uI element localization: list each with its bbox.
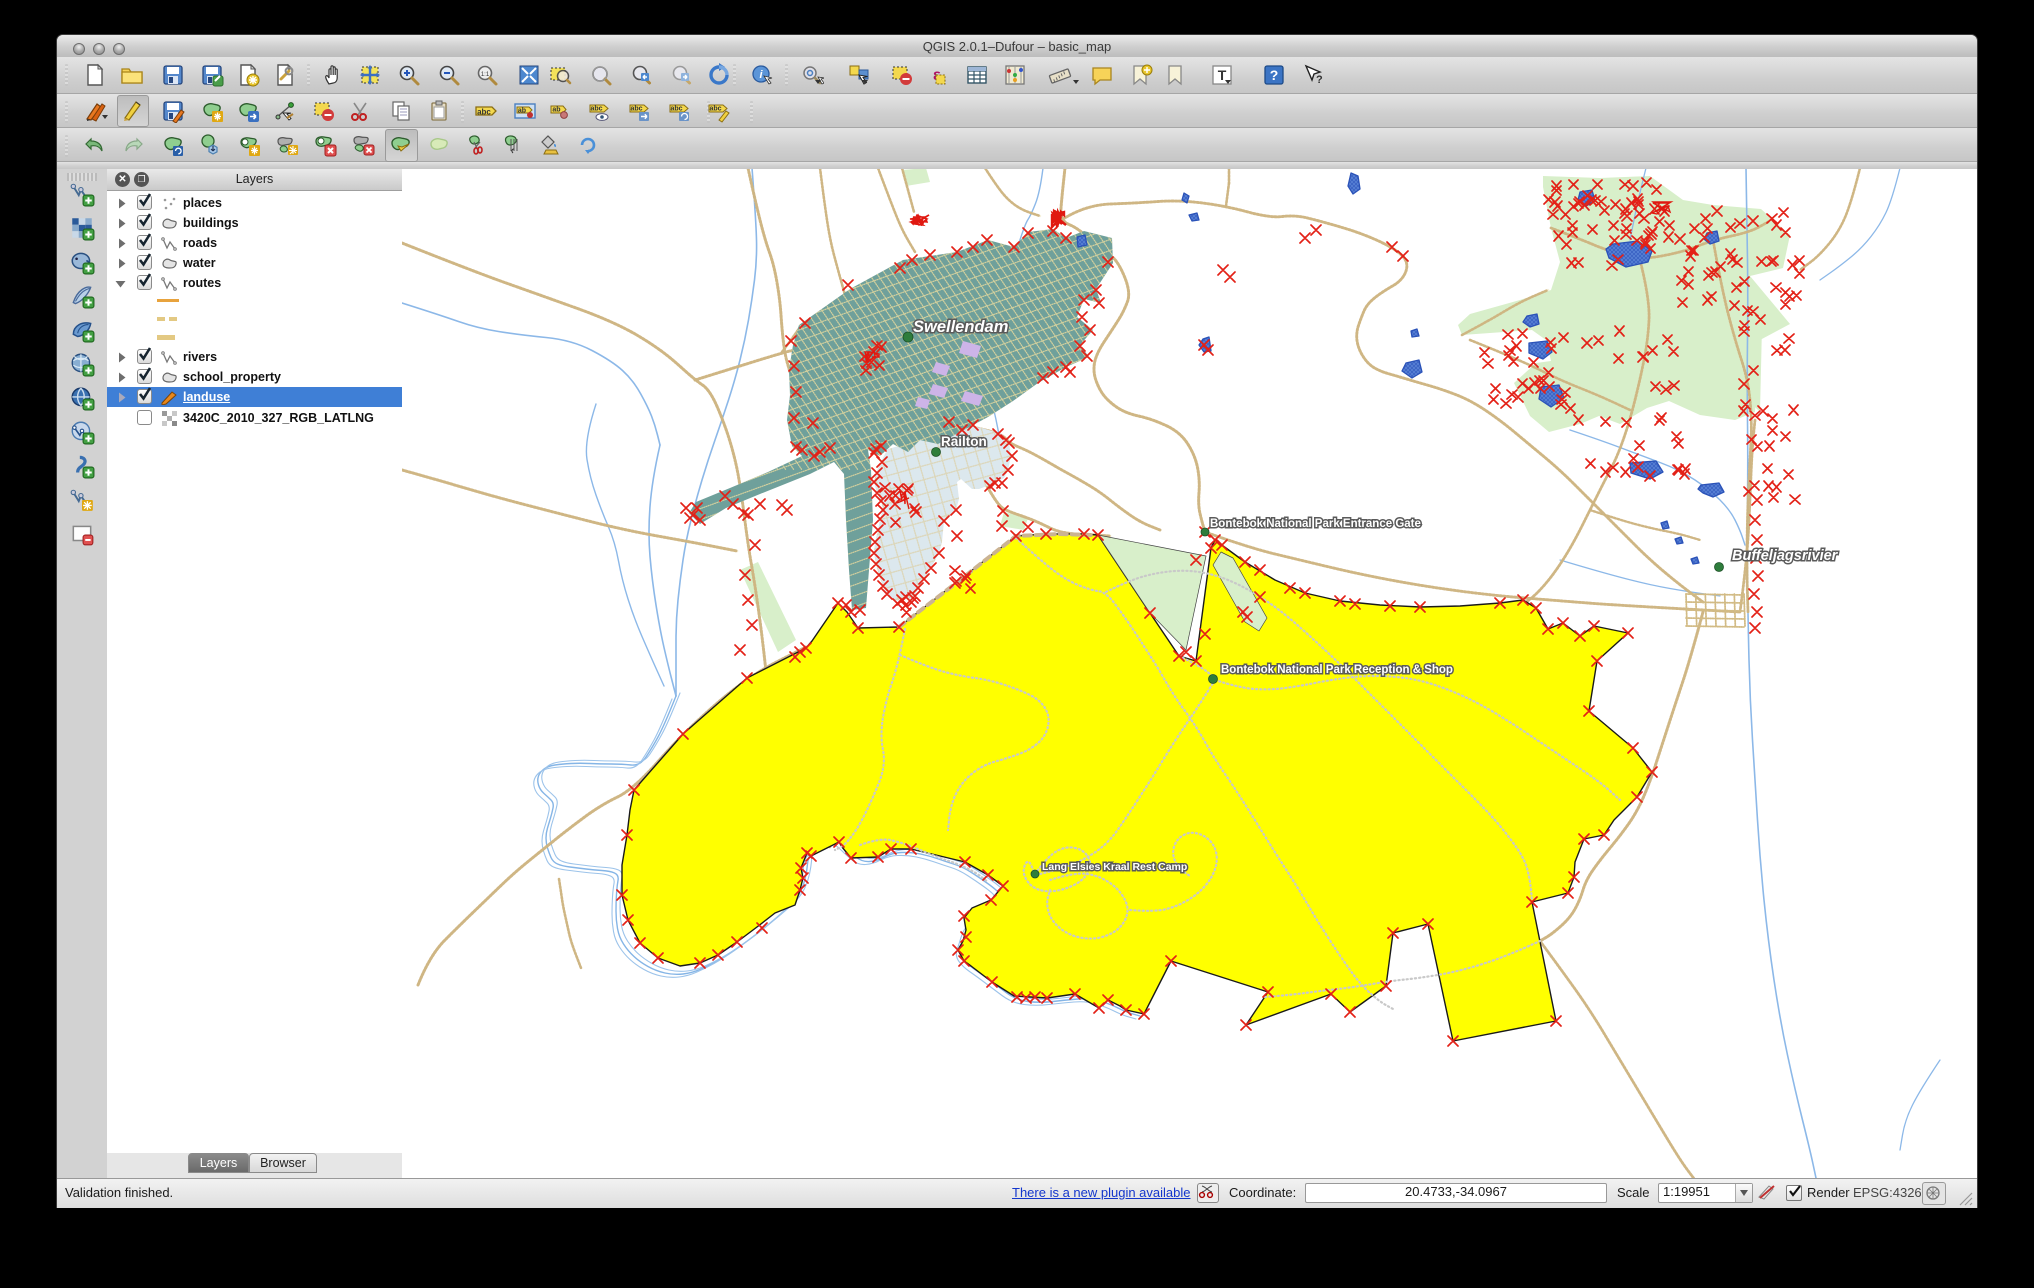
svg-text:Railton: Railton — [941, 434, 987, 449]
svg-text:Swellendam: Swellendam — [913, 318, 1008, 336]
svg-text:abc: abc — [670, 106, 682, 113]
svg-text:Buffeljagsrivier: Buffeljagsrivier — [1732, 548, 1839, 564]
svg-text:ab: ab — [518, 108, 526, 115]
svg-text:abc: abc — [590, 106, 602, 113]
svg-text:Bontebok National Park Recepti: Bontebok National Park Reception & Shop — [1221, 664, 1453, 676]
svg-text:ab: ab — [552, 107, 560, 114]
svg-text:Bontebok National Park Entranc: Bontebok National Park Entrance Gate — [1210, 518, 1421, 530]
svg-text:?: ? — [1316, 74, 1323, 86]
svg-text:Lang Elsies Kraal Rest Camp: Lang Elsies Kraal Rest Camp — [1042, 861, 1187, 873]
svg-text:abc: abc — [709, 106, 721, 113]
svg-text:?: ? — [1270, 67, 1279, 83]
svg-text:1:1: 1:1 — [481, 72, 490, 78]
svg-text:abc: abc — [630, 106, 642, 113]
svg-text:abc: abc — [477, 108, 491, 117]
